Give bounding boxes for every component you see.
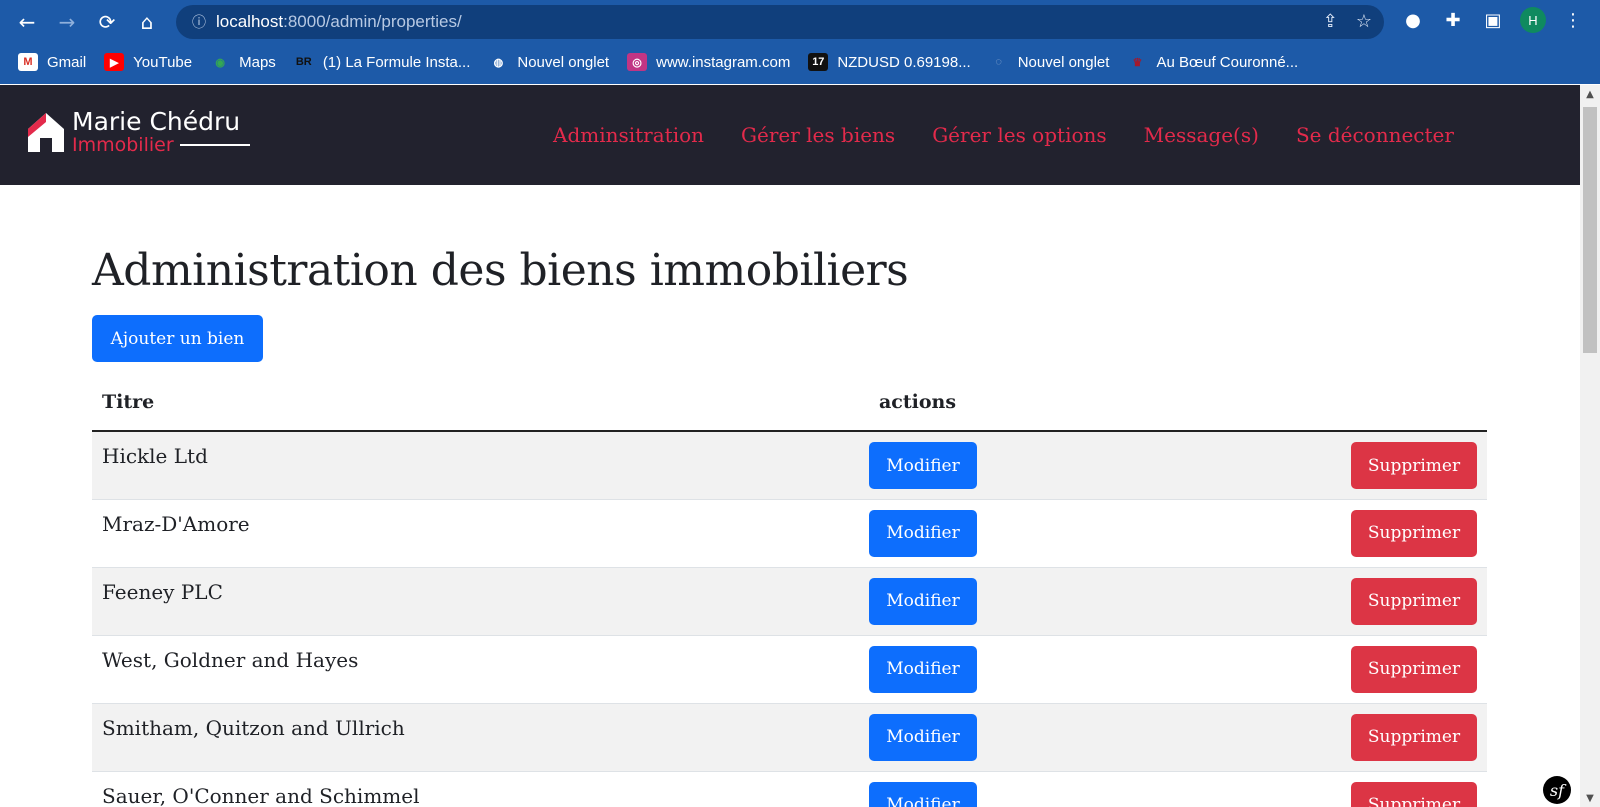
table-row: Hickle Ltd Modifier Supprimer xyxy=(92,431,1487,499)
bookmark-label: NZDUSD 0.69198... xyxy=(837,53,971,71)
bookmark-label: Nouvel onglet xyxy=(1017,53,1110,71)
instagram-icon: ◎ xyxy=(627,53,648,71)
site-navbar: Marie Chédru Immobilier Adminsitration Gé… xyxy=(0,85,1580,185)
bookmark-label: Maps xyxy=(239,53,276,71)
bookmark-item[interactable]: 17 NZDUSD 0.69198... xyxy=(808,53,971,71)
table-row: Sauer, O'Conner and Schimmel Modifier Supp… xyxy=(92,771,1487,807)
table-row: Feeney PLC Modifier Supprimer xyxy=(92,567,1487,635)
delete-button[interactable]: Supprimer xyxy=(1351,713,1477,761)
edit-button[interactable]: Modifier xyxy=(869,645,977,693)
menu-dots-icon[interactable]: ⋮ xyxy=(1560,7,1586,33)
delete-button[interactable]: Supprimer xyxy=(1351,509,1477,557)
browser-chrome: ← → ⟳ ⌂ ⓘ localhost:8000/admin/propertie… xyxy=(0,0,1600,84)
gmail-icon: M xyxy=(18,53,38,71)
url-text: localhost:8000/admin/properties/ xyxy=(216,12,462,31)
bookmark-item[interactable]: ◎ www.instagram.com xyxy=(627,53,790,71)
bookmark-item[interactable]: BR (1) La Formule Insta... xyxy=(294,53,471,71)
logo-name: Marie Chédru xyxy=(72,107,241,136)
bookmark-label: Nouvel onglet xyxy=(517,53,610,71)
column-header-title: Titre xyxy=(92,385,869,432)
globe-icon: ◍ xyxy=(493,56,504,69)
property-title: Mraz-D'Amore xyxy=(102,511,250,536)
bookmark-item[interactable]: M Gmail xyxy=(18,53,86,71)
property-title: Hickle Ltd xyxy=(102,444,208,468)
page-scrollbar[interactable]: ▲ ▼ xyxy=(1580,85,1600,807)
delete-button[interactable]: Supprimer xyxy=(1351,645,1477,693)
avatar[interactable]: H xyxy=(1520,7,1546,33)
site-logo[interactable]: Marie Chédru Immobilier xyxy=(26,109,250,155)
house-icon xyxy=(28,113,64,152)
youtube-icon: ▶ xyxy=(104,53,125,71)
scroll-up-icon[interactable]: ▲ xyxy=(1580,85,1600,103)
property-title: Feeney PLC xyxy=(102,579,223,604)
bookmarks-bar: M Gmail ▶ YouTube ◉ Maps BR (1) La Formule Inst… xyxy=(0,46,1600,78)
bookmark-label: Gmail xyxy=(47,53,87,71)
puzzle-icon[interactable]: ✚ xyxy=(1440,7,1466,33)
edit-button[interactable]: Modifier xyxy=(869,713,977,761)
bookmark-label: www.instagram.com xyxy=(656,53,791,71)
delete-button[interactable]: Supprimer xyxy=(1351,781,1477,807)
main-nav: Adminsitration Gérer les biens Gérer les o… xyxy=(553,123,1491,147)
nav-link[interactable]: Gérer les biens xyxy=(741,123,895,147)
restaurant-icon: ♛ xyxy=(1132,56,1143,69)
property-title: Smitham, Quitzon and Ullrich xyxy=(102,715,405,740)
extension-balls-icon[interactable]: ● xyxy=(1400,7,1426,33)
property-title: Sauer, O'Conner and Schimmel xyxy=(102,783,420,807)
page-title: Administration des biens immobiliers xyxy=(92,245,909,296)
table-row: West, Goldner and Hayes Modifier Supprimer xyxy=(92,635,1487,703)
bookmark-item[interactable]: ♛ Au Bœuf Couronné... xyxy=(1127,53,1299,71)
home-icon[interactable]: ⌂ xyxy=(132,7,162,37)
scrollbar-thumb[interactable] xyxy=(1583,107,1597,353)
browser-toolbar: ← → ⟳ ⌂ ⓘ localhost:8000/admin/propertie… xyxy=(0,0,1600,43)
star-icon[interactable]: ☆ xyxy=(1356,11,1372,32)
share-icon[interactable]: ⇪ xyxy=(1323,11,1338,32)
column-header-actions: actions xyxy=(869,385,1487,432)
symfony-debug-icon[interactable]: sf xyxy=(1543,776,1571,804)
back-arrow-icon[interactable]: ← xyxy=(12,7,42,37)
logo-subtitle: Immobilier xyxy=(72,134,174,156)
nav-link[interactable]: Se déconnecter xyxy=(1296,123,1454,147)
tradingview-icon: 17 xyxy=(808,53,829,71)
forward-arrow-icon[interactable]: → xyxy=(52,7,82,37)
edit-button[interactable]: Modifier xyxy=(869,442,977,489)
bookmark-label: Au Bœuf Couronné... xyxy=(1156,53,1299,71)
edit-button[interactable]: Modifier xyxy=(869,781,977,807)
delete-button[interactable]: Supprimer xyxy=(1351,442,1477,489)
property-title: West, Goldner and Hayes xyxy=(102,647,359,672)
nav-link[interactable]: Adminsitration xyxy=(553,123,704,147)
table-row: Mraz-D'Amore Modifier Supprimer xyxy=(92,499,1487,567)
info-icon[interactable]: ⓘ xyxy=(188,12,210,32)
bookmark-label: YouTube xyxy=(133,53,193,71)
table-row: Smitham, Quitzon and Ullrich Modifier Supp… xyxy=(92,703,1487,771)
bookmark-item[interactable]: ◉ Maps xyxy=(210,53,276,71)
side-panel-icon[interactable]: ▣ xyxy=(1480,7,1506,33)
properties-table: Titre actions Hickle Ltd Modifier Supprime… xyxy=(92,385,1487,807)
reload-icon[interactable]: ⟳ xyxy=(92,7,122,37)
bookmark-item[interactable]: ▶ YouTube xyxy=(104,53,192,71)
bookmark-item[interactable]: ◍ Nouvel onglet xyxy=(488,53,610,71)
edit-button[interactable]: Modifier xyxy=(869,509,977,557)
add-property-button[interactable]: Ajouter un bien xyxy=(92,315,263,362)
nav-link[interactable]: Gérer les options xyxy=(932,123,1106,147)
nav-link[interactable]: Message(s) xyxy=(1144,123,1259,147)
edit-button[interactable]: Modifier xyxy=(869,577,977,625)
address-bar[interactable]: ⓘ localhost:8000/admin/properties/ ⇪ ☆ xyxy=(176,5,1384,39)
scroll-down-icon[interactable]: ▼ xyxy=(1580,789,1600,807)
delete-button[interactable]: Supprimer xyxy=(1351,577,1477,625)
tab-icon: ◌ xyxy=(995,56,1002,68)
bookmark-label: (1) La Formule Insta... xyxy=(322,53,471,71)
br-icon: BR xyxy=(295,56,312,68)
bookmark-item[interactable]: ◌ Nouvel onglet xyxy=(989,53,1110,71)
maps-icon: ◉ xyxy=(215,56,225,69)
